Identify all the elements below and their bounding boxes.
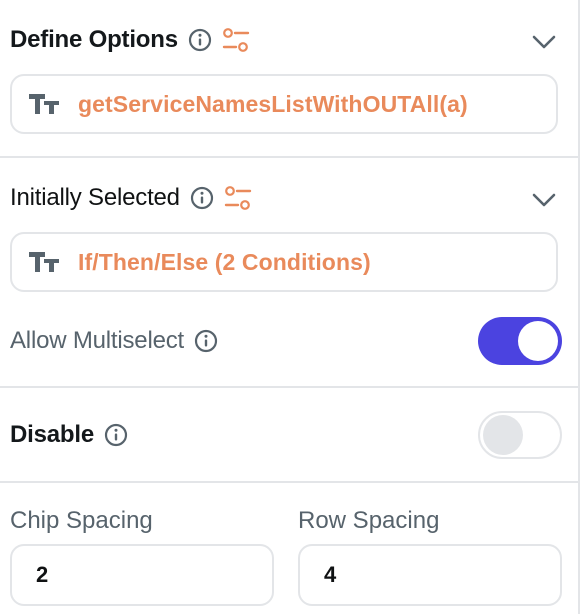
- divider: [0, 481, 578, 483]
- text-type-icon: [28, 250, 60, 274]
- info-icon[interactable]: [104, 423, 128, 447]
- initially-selected-header: Initially Selected: [10, 180, 252, 216]
- toggle-knob: [483, 415, 523, 455]
- allow-multiselect-label: Allow Multiselect: [10, 327, 184, 354]
- info-icon[interactable]: [188, 28, 212, 52]
- define-options-header: Define Options: [10, 22, 250, 58]
- row-spacing-label: Row Spacing: [298, 507, 440, 534]
- properties-panel: Define Options getServiceNamesListWithOU…: [0, 0, 580, 614]
- divider: [0, 386, 578, 388]
- disable-row: Disable: [10, 417, 128, 453]
- allow-multiselect-toggle[interactable]: [478, 317, 562, 365]
- define-options-field[interactable]: getServiceNamesListWithOUTAll(a): [10, 74, 558, 134]
- chip-spacing-value: 2: [36, 562, 49, 587]
- initially-selected-field[interactable]: If/Then/Else (2 Conditions): [10, 232, 558, 292]
- chip-spacing-label: Chip Spacing: [10, 507, 153, 534]
- define-options-title: Define Options: [10, 26, 178, 53]
- tune-icon[interactable]: [224, 185, 252, 211]
- disable-toggle[interactable]: [478, 411, 562, 459]
- row-spacing-input[interactable]: 4: [298, 544, 562, 606]
- chevron-down-icon[interactable]: [530, 28, 558, 56]
- initially-selected-title: Initially Selected: [10, 184, 180, 211]
- define-options-value: getServiceNamesListWithOUTAll(a): [78, 90, 468, 117]
- disable-label: Disable: [10, 421, 94, 448]
- initially-selected-value: If/Then/Else (2 Conditions): [78, 248, 371, 275]
- chevron-down-icon[interactable]: [530, 186, 558, 214]
- toggle-knob: [518, 321, 558, 361]
- row-spacing-value: 4: [324, 562, 337, 587]
- allow-multiselect-row: Allow Multiselect: [10, 323, 218, 359]
- text-type-icon: [28, 92, 60, 116]
- info-icon[interactable]: [194, 329, 218, 353]
- info-icon[interactable]: [190, 186, 214, 210]
- tune-icon[interactable]: [222, 27, 250, 53]
- divider: [0, 156, 578, 158]
- chip-spacing-input[interactable]: 2: [10, 544, 274, 606]
